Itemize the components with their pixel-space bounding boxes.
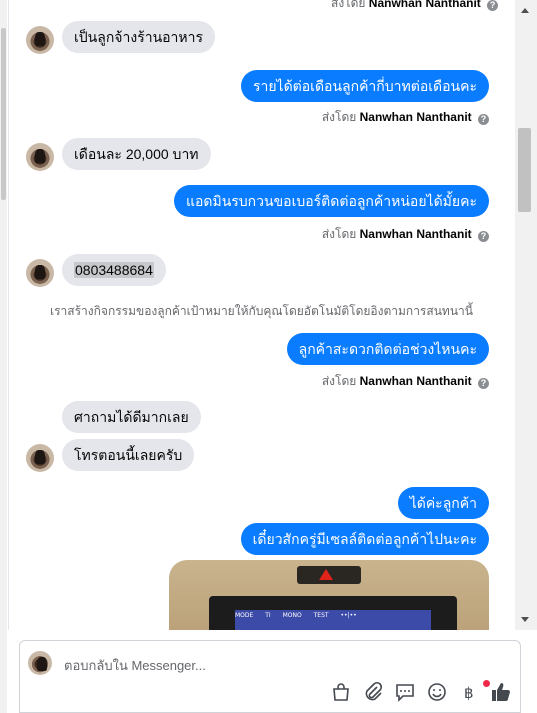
attachment-icon[interactable] [362,681,384,703]
customer-avatar[interactable] [26,26,54,54]
notification-dot [483,680,490,687]
outgoing-message: เดี๋ยวสักครู่มีเซลล์ติดต่อลูกค้าไปนะคะ [240,523,489,555]
help-icon[interactable]: ? [478,114,489,125]
customer-avatar[interactable] [26,444,54,472]
sent-by-caption: ส่งโดย Nanwhan Nanthanit ? [322,225,489,244]
help-icon[interactable]: ? [478,378,489,389]
bag-icon[interactable] [330,681,352,703]
phone-number[interactable]: 0803488684 [74,262,154,278]
outgoing-message: ลูกค้าสะดวกติดต่อช่วงไหนคะ [286,333,489,365]
chat-scrollbar-thumb[interactable] [518,128,531,212]
page-avatar [28,651,52,675]
svg-text:฿: ฿ [464,684,474,702]
outgoing-message: ได้ค่ะลูกค้า [397,487,489,519]
customer-avatar[interactable] [26,143,54,171]
sent-by-caption-cut: ส่งโดย Nanwhan Nanthanit ? [331,0,499,13]
incoming-message: เป็นลูกจ้างร้านอาหาร [62,21,216,53]
like-icon[interactable] [490,681,512,703]
help-icon[interactable]: ? [487,0,499,11]
baht-icon[interactable]: ฿ [458,681,480,703]
sent-by-caption: ส่งโดย Nanwhan Nanthanit ? [322,108,489,127]
chat-bubble-icon[interactable] [394,681,416,703]
reply-composer: ตอบกลับใน Messenger... ฿ [19,640,521,713]
sent-by-caption: ส่งโดย Nanwhan Nanthanit ? [322,372,489,391]
emoji-icon[interactable] [426,681,448,703]
chat-scrollbar[interactable] [515,0,537,630]
page-scrollbar-thumb[interactable] [1,28,6,200]
scroll-up-icon[interactable] [521,8,529,13]
outgoing-message: รายได้ต่อเดือนลูกค้ากี่บาทต่อเดือนคะ [240,70,489,102]
incoming-message: โทรตอนนี้เลยครับ [62,439,195,471]
hazard-icon [319,569,333,580]
outgoing-message: แอดมินรบกวนขอเบอร์ติดต่อลูกค้าหน่อยได้มั… [173,185,489,217]
customer-avatar[interactable] [26,259,54,287]
reply-input[interactable]: ตอบกลับใน Messenger... [64,655,206,676]
help-icon[interactable]: ? [478,231,489,242]
image-attachment[interactable]: MODE TI MONO TEST ••|•• [169,560,489,630]
page-scrollbar[interactable] [0,0,7,713]
incoming-message: เดือนละ 20,000 บาท [62,138,211,170]
scroll-down-icon[interactable] [521,617,529,622]
conversation-panel: ส่งโดย Nanwhan Nanthanit ? เป็นลูกจ้างร้… [8,0,515,630]
system-notice: เราสร้างกิจกรรมของลูกค้าเป้าหมายให้กับคุ… [50,304,473,318]
radio-menu: MODE TI MONO TEST ••|•• [235,612,357,619]
incoming-message: ศาถามได้ดีมากเลย [62,401,201,433]
incoming-message-phone: 0803488684 [62,254,166,286]
